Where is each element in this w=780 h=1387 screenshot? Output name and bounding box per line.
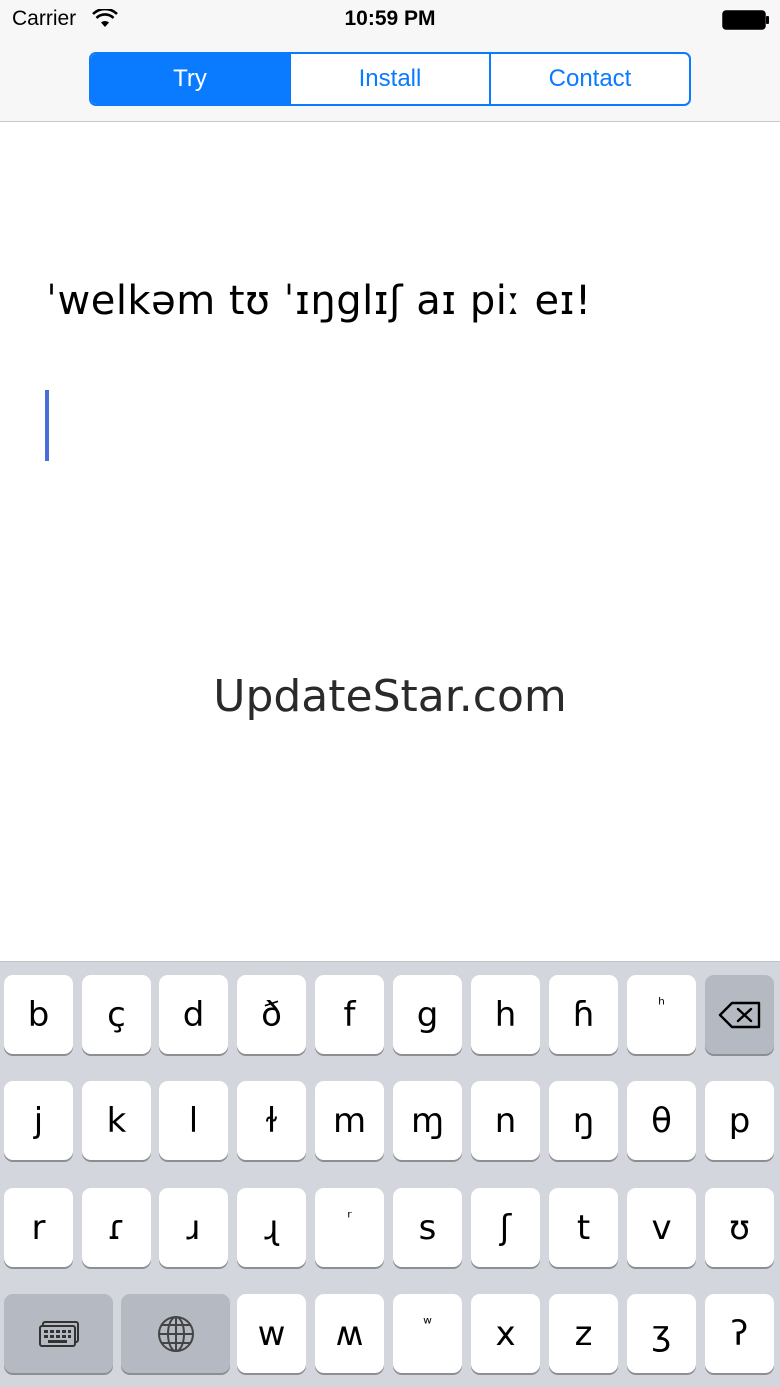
key-retroflex-r[interactable]: ɻ xyxy=(237,1188,306,1267)
clock: 10:59 PM xyxy=(344,7,436,30)
keyboard-switch-key[interactable] xyxy=(4,1294,113,1373)
key-turned-w[interactable]: ʍ xyxy=(315,1294,384,1373)
text-cursor xyxy=(45,390,49,461)
key-m[interactable]: m xyxy=(315,1081,384,1160)
key-h-hook[interactable]: ɦ xyxy=(549,975,618,1054)
key-j[interactable]: j xyxy=(4,1081,73,1160)
key-f[interactable]: f xyxy=(315,975,384,1054)
key-h[interactable]: h xyxy=(471,975,540,1054)
key-w[interactable]: w xyxy=(237,1294,306,1373)
ipa-keyboard: b ç d ð f g h ɦ ʰ j k l ɫ m ɱ n ŋ θ p r … xyxy=(0,961,780,1387)
key-v[interactable]: v xyxy=(627,1188,696,1267)
key-t[interactable]: t xyxy=(549,1188,618,1267)
backspace-icon xyxy=(718,1001,760,1028)
app-screen: Carrier 10:59 PM Try Install Contact ˈwe… xyxy=(0,0,780,1387)
key-theta[interactable]: θ xyxy=(627,1081,696,1160)
key-glottal-stop[interactable]: ʔ xyxy=(705,1294,774,1373)
key-esh[interactable]: ʃ xyxy=(471,1188,540,1267)
keyboard-icon xyxy=(38,1320,79,1347)
key-s[interactable]: s xyxy=(393,1188,462,1267)
tab-install[interactable]: Install xyxy=(291,54,491,104)
globe-key[interactable] xyxy=(121,1294,230,1373)
key-d[interactable]: d xyxy=(159,975,228,1054)
text-area[interactable]: ˈwelkəm tʊ ˈɪŋglɪʃ aɪ piː eɪ! UpdateStar… xyxy=(0,123,780,961)
key-superscript-w[interactable]: ʷ xyxy=(393,1294,462,1373)
key-tap[interactable]: ɾ xyxy=(82,1188,151,1267)
key-c-cedilla[interactable]: ç xyxy=(82,975,151,1054)
key-x[interactable]: x xyxy=(471,1294,540,1373)
key-ezh[interactable]: ʒ xyxy=(627,1294,696,1373)
key-turned-r[interactable]: ɹ xyxy=(159,1188,228,1267)
key-b[interactable]: b xyxy=(4,975,73,1054)
delete-key[interactable] xyxy=(705,975,774,1054)
status-bar: Carrier 10:59 PM xyxy=(0,0,780,40)
key-g[interactable]: g xyxy=(393,975,462,1054)
nav-bar: Try Install Contact xyxy=(0,40,780,122)
tab-try[interactable]: Try xyxy=(91,54,291,104)
key-superscript-h[interactable]: ʰ xyxy=(627,975,696,1054)
key-z[interactable]: z xyxy=(549,1294,618,1373)
key-n[interactable]: n xyxy=(471,1081,540,1160)
key-upsilon[interactable]: ʊ xyxy=(705,1188,774,1267)
key-p[interactable]: p xyxy=(705,1081,774,1160)
watermark: UpdateStar.com xyxy=(213,671,567,722)
ipa-sample-text: ˈwelkəm tʊ ˈɪŋglɪʃ aɪ piː eɪ! xyxy=(46,278,592,324)
tab-contact[interactable]: Contact xyxy=(491,54,689,104)
key-dark-l[interactable]: ɫ xyxy=(237,1081,306,1160)
key-eth[interactable]: ð xyxy=(237,975,306,1054)
key-k[interactable]: k xyxy=(82,1081,151,1160)
battery-icon xyxy=(722,10,769,30)
key-superscript-r[interactable]: ʳ xyxy=(315,1188,384,1267)
key-r[interactable]: r xyxy=(4,1188,73,1267)
key-m-hook[interactable]: ɱ xyxy=(393,1081,462,1160)
globe-icon xyxy=(157,1315,194,1352)
segmented-control: Try Install Contact xyxy=(89,52,691,106)
key-eng[interactable]: ŋ xyxy=(549,1081,618,1160)
key-l[interactable]: l xyxy=(159,1081,228,1160)
